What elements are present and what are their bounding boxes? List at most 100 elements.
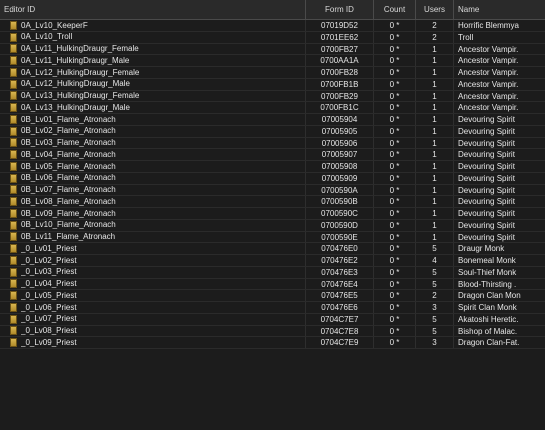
table-row[interactable]: 0A_Lv10_Troll 0701EE62 0 * 2 Troll [0, 31, 545, 44]
cell-form-id: 0700590E [306, 231, 374, 243]
table-row[interactable]: 0B_Lv11_Flame_Atronach 0700590E 0 * 1 Devour… [0, 231, 545, 244]
cell-form-id: 0700590A [306, 184, 374, 196]
cell-editor-id: 0B_Lv01_Flame_Atronach [0, 114, 306, 125]
cell-editor-id: _0_Lv01_Priest [0, 243, 306, 254]
cell-users: 1 [416, 208, 454, 219]
cell-users: 1 [416, 161, 454, 172]
table-row[interactable]: _0_Lv08_Priest 0704C7E8 0 * 5 Bishop of Mala… [0, 325, 545, 338]
cell-count: 0 * [374, 219, 416, 231]
editor-id-text: _0_Lv09_Priest [21, 337, 77, 347]
list-rows: 0A_Lv10_KeeperF 07019D52 0 * 2 Horrific Blem… [0, 20, 545, 349]
cell-form-id: 0700AA1A [306, 55, 374, 66]
editor-id-text: 0A_Lv10_KeeperF [21, 20, 88, 30]
npc-record-icon [10, 232, 17, 242]
cell-editor-id: 0B_Lv07_Flame_Atronach [0, 184, 306, 196]
cell-count: 0 * [374, 67, 416, 78]
cell-name: Devouring Spirit [458, 162, 515, 171]
table-row[interactable]: _0_Lv03_Priest 070476E3 0 * 5 Soul-Thief Mon… [0, 266, 545, 279]
cell-name: Dragon Clan-Fat. [458, 338, 520, 348]
cell-users: 5 [416, 278, 454, 290]
table-row[interactable]: 0A_Lv11_HulkingDraugr_Female 0700FB27 0 * 1… [0, 43, 545, 56]
cell-count: 0 * [374, 55, 416, 66]
cell-users: 1 [416, 196, 454, 207]
cell-name: Ancestor Vampir. [458, 68, 519, 77]
editor-id-text: 0B_Lv03_Flame_Atronach [21, 138, 116, 147]
table-row[interactable]: 0B_Lv02_Flame_Atronach 07005905 0 * 1 Devour… [0, 125, 545, 138]
cell-form-id: 07005905 [306, 125, 374, 137]
editor-id-text: _0_Lv08_Priest [21, 326, 77, 335]
table-row[interactable]: 0A_Lv10_KeeperF 07019D52 0 * 2 Horrific Blem… [0, 20, 545, 32]
table-row[interactable]: 0B_Lv01_Flame_Atronach 07005904 0 * 1 Devour… [0, 114, 545, 126]
editor-id-text: 0B_Lv09_Flame_Atronach [21, 208, 116, 218]
cell-form-id: 07005904 [306, 114, 374, 125]
object-list-view[interactable]: Editor ID Form ID Count Users Name 0A_Lv… [0, 0, 545, 430]
cell-count: 0 * [374, 231, 416, 243]
cell-form-id: 0701EE62 [306, 31, 374, 43]
npc-record-icon [10, 138, 17, 148]
cell-users: 5 [416, 325, 454, 337]
cell-count: 0 * [374, 337, 416, 348]
cell-editor-id: _0_Lv05_Priest [0, 290, 306, 301]
column-header-name[interactable]: Name [454, 0, 545, 19]
cell-form-id: 07005907 [306, 149, 374, 160]
npc-record-icon [10, 220, 17, 230]
cell-editor-id: _0_Lv09_Priest [0, 337, 306, 348]
table-row[interactable]: _0_Lv05_Priest 070476E5 0 * 2 Dragon Clan Mo… [0, 290, 545, 302]
cell-editor-id: 0A_Lv13_HulkingDraugr_Male [0, 102, 306, 113]
cell-editor-id: _0_Lv08_Priest [0, 325, 306, 337]
cell-count: 0 * [374, 78, 416, 90]
table-row[interactable]: 0A_Lv12_HulkingDraugr_Male 0700FB1B 0 * 1 An… [0, 78, 545, 91]
table-row[interactable]: _0_Lv04_Priest 070476E4 0 * 5 Blood-Thirstin… [0, 278, 545, 291]
editor-id-text: _0_Lv03_Priest [21, 267, 77, 277]
table-row[interactable]: _0_Lv02_Priest 070476E2 0 * 4 Bonemeal Monk [0, 255, 545, 267]
table-row[interactable]: _0_Lv06_Priest 070476E6 0 * 3 Spirit Clan Mo… [0, 302, 545, 314]
cell-count: 0 * [374, 125, 416, 137]
cell-name: Blood-Thirsting . [458, 279, 517, 289]
column-header-form-id[interactable]: Form ID [306, 0, 374, 19]
cell-editor-id: 0A_Lv10_KeeperF [0, 20, 306, 31]
table-row[interactable]: _0_Lv07_Priest 0704C7E7 0 * 5 Akatoshi Heret… [0, 313, 545, 326]
npc-record-icon [10, 314, 17, 324]
column-header-users[interactable]: Users [416, 0, 454, 19]
cell-count: 0 * [374, 172, 416, 184]
table-row[interactable]: 0B_Lv03_Flame_Atronach 07005906 0 * 1 Devour… [0, 137, 545, 150]
editor-id-text: 0A_Lv13_HulkingDraugr_Male [21, 102, 130, 112]
table-row[interactable]: 0A_Lv13_HulkingDraugr_Female 0700FB29 0 * 1… [0, 90, 545, 103]
editor-id-text: 0B_Lv11_Flame_Atronach [21, 232, 116, 241]
table-row[interactable]: 0A_Lv12_HulkingDraugr_Female 0700FB28 0 * 1… [0, 67, 545, 79]
editor-id-text: 0A_Lv12_HulkingDraugr_Male [21, 79, 130, 89]
cell-users: 2 [416, 31, 454, 43]
cell-editor-id: 0A_Lv13_HulkingDraugr_Female [0, 90, 306, 102]
table-row[interactable]: 0A_Lv13_HulkingDraugr_Male 0700FB1C 0 * 1 An… [0, 102, 545, 114]
table-row[interactable]: 0B_Lv04_Flame_Atronach 07005907 0 * 1 Devour… [0, 149, 545, 161]
npc-record-icon [10, 114, 17, 124]
cell-form-id: 0700FB1C [306, 102, 374, 113]
npc-record-icon [10, 150, 17, 160]
column-header-count[interactable]: Count [374, 0, 416, 19]
editor-id-text: 0A_Lv10_Troll [21, 32, 73, 42]
table-row[interactable]: _0_Lv09_Priest 0704C7E9 0 * 3 Dragon Clan-Fa… [0, 337, 545, 349]
cell-editor-id: _0_Lv07_Priest [0, 313, 306, 325]
cell-name: Devouring Spirit [458, 150, 515, 160]
cell-editor-id: 0A_Lv12_HulkingDraugr_Male [0, 78, 306, 90]
cell-count: 0 * [374, 313, 416, 325]
table-row[interactable]: 0B_Lv09_Flame_Atronach 0700590C 0 * 1 Devour… [0, 208, 545, 220]
cell-editor-id: 0A_Lv12_HulkingDraugr_Female [0, 67, 306, 78]
column-header-editor-id[interactable]: Editor ID [0, 0, 306, 19]
cell-name: Ancestor Vampir. [458, 44, 519, 54]
cell-users: 1 [416, 43, 454, 55]
cell-form-id: 0704C7E7 [306, 313, 374, 325]
table-row[interactable]: 0B_Lv08_Flame_Atronach 0700590B 0 * 1 Devour… [0, 196, 545, 208]
cell-form-id: 0700FB29 [306, 90, 374, 102]
table-row[interactable]: _0_Lv01_Priest 070476E0 0 * 5 Draugr Monk [0, 243, 545, 255]
cell-editor-id: _0_Lv03_Priest [0, 266, 306, 278]
npc-record-icon [10, 20, 17, 30]
table-row[interactable]: 0B_Lv07_Flame_Atronach 0700590A 0 * 1 Devour… [0, 184, 545, 197]
table-row[interactable]: 0A_Lv11_HulkingDraugr_Male 0700AA1A 0 * 1 An… [0, 55, 545, 67]
table-row[interactable]: 0B_Lv05_Flame_Atronach 07005908 0 * 1 Devour… [0, 161, 545, 173]
cell-name: Devouring Spirit [458, 115, 515, 124]
table-row[interactable]: 0B_Lv10_Flame_Atronach 0700590D 0 * 1 Devour… [0, 219, 545, 232]
cell-users: 1 [416, 55, 454, 66]
cell-users: 1 [416, 125, 454, 137]
table-row[interactable]: 0B_Lv06_Flame_Atronach 07005909 0 * 1 Devour… [0, 172, 545, 185]
